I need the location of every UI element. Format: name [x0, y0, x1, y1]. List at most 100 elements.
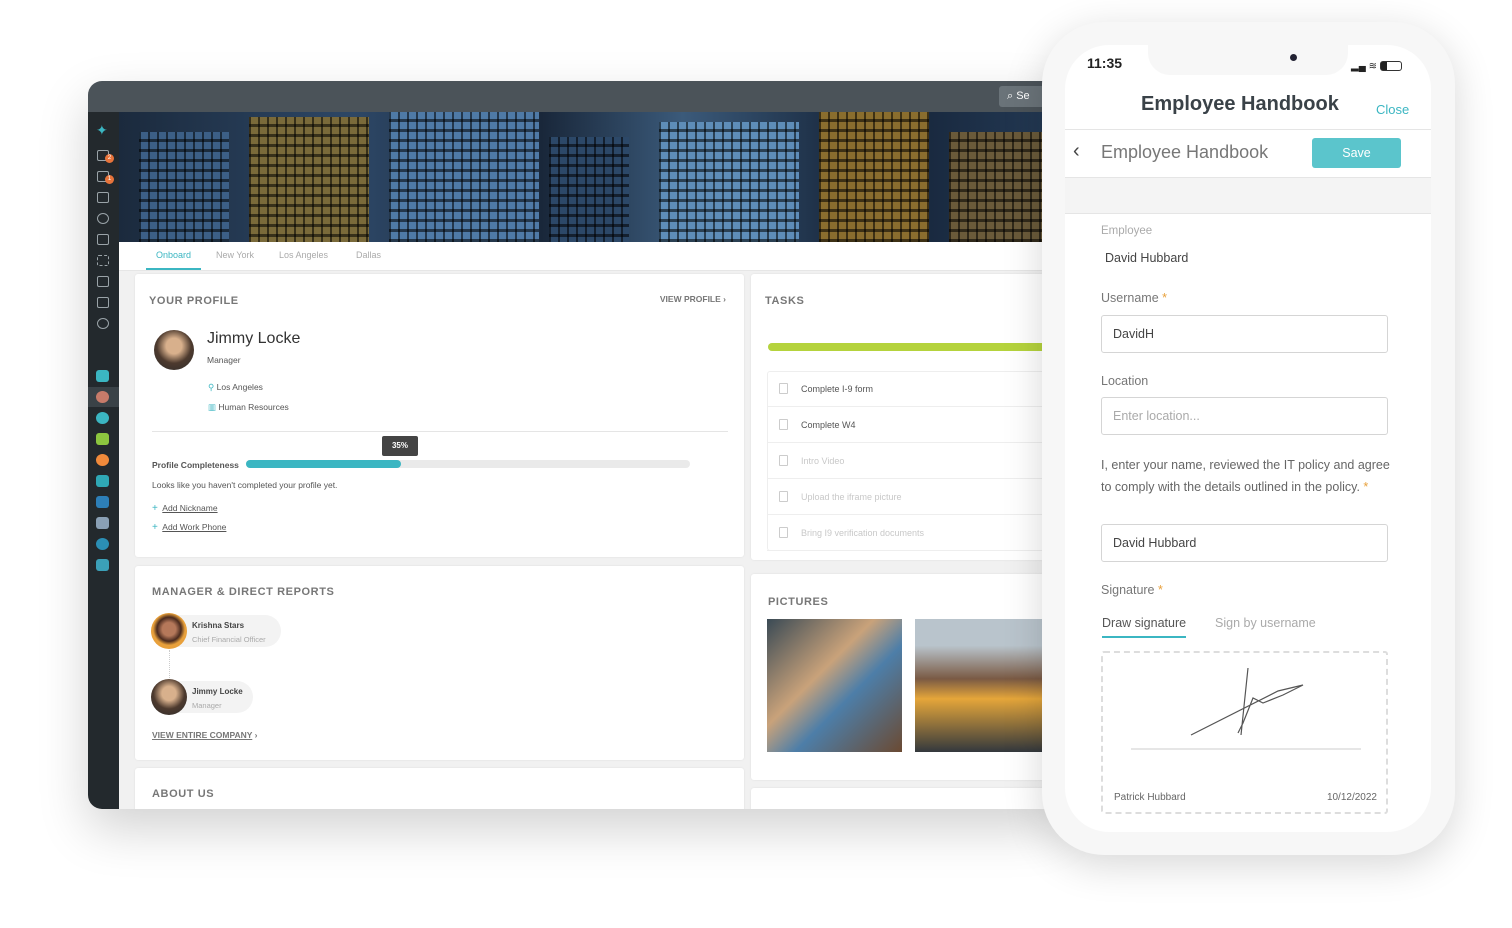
location-label: Location — [1101, 374, 1149, 388]
app-icon[interactable] — [96, 454, 109, 466]
app-icon[interactable] — [96, 538, 109, 550]
add-work-phone-link[interactable]: + Add Work Phone — [152, 517, 226, 535]
calendar-icon[interactable] — [97, 192, 109, 203]
policy-label: I, enter your name, reviewed the IT poli… — [1101, 458, 1390, 494]
badge: 2 — [105, 154, 114, 163]
task-item[interactable]: Complete I-9 form — [767, 371, 1047, 407]
search-icon: ⌕ — [1007, 90, 1017, 102]
paperclip-icon — [779, 491, 788, 502]
app-icon[interactable] — [96, 391, 109, 403]
policy-name-input[interactable]: David Hubbard — [1101, 524, 1388, 562]
tab-onboard[interactable]: Onboard — [146, 250, 202, 270]
view-profile-link[interactable]: VIEW PROFILE › — [660, 294, 726, 304]
app-icon[interactable] — [96, 559, 109, 571]
profile-department: ▥ Human Resources — [208, 402, 289, 412]
completeness-label: Profile Completeness — [152, 460, 239, 470]
card-title: MANAGER & DIRECT REPORTS — [152, 586, 335, 598]
add-nickname-link[interactable]: + Add Nickname — [152, 498, 218, 516]
tab-dallas[interactable]: Dallas — [356, 250, 381, 260]
team-photo[interactable] — [767, 619, 902, 752]
card-title: ABOUT US — [152, 788, 215, 800]
signature-pad[interactable]: Patrick Hubbard 10/12/2022 — [1101, 651, 1388, 814]
save-button[interactable]: Save — [1312, 138, 1401, 168]
tab-los-angeles[interactable]: Los Angeles — [279, 250, 328, 260]
document-icon[interactable] — [97, 276, 109, 287]
location-pin-icon: ⚲ — [208, 382, 215, 392]
profile-hint: Looks like you haven't completed your pr… — [152, 480, 338, 490]
completeness-fill — [246, 460, 402, 468]
username-input[interactable]: DavidH — [1101, 315, 1388, 353]
employee-value: David Hubbard — [1105, 251, 1189, 265]
task-item[interactable]: Upload the iframe picture — [767, 479, 1047, 515]
app-icon[interactable] — [96, 517, 109, 529]
profile-location: ⚲ Los Angeles — [208, 382, 263, 392]
checklist-icon[interactable] — [97, 255, 109, 266]
tasks-progress-fill — [768, 343, 1058, 351]
manager-card: MANAGER & DIRECT REPORTS Krishna Stars C… — [135, 566, 744, 760]
checkbox-icon — [779, 527, 788, 538]
pictures-card: PICTURES — [751, 574, 1058, 780]
people-icon[interactable] — [97, 213, 109, 224]
tab-new-york[interactable]: New York — [216, 250, 254, 260]
app-icon[interactable] — [96, 496, 109, 508]
folder-icon[interactable] — [97, 234, 109, 245]
signature-label: Signature * — [1101, 583, 1163, 597]
clipboard-icon[interactable] — [97, 297, 109, 308]
task-item[interactable]: Bring I9 verification documents — [767, 515, 1047, 551]
task-label: Complete W4 — [801, 420, 856, 430]
card — [751, 788, 1058, 809]
completeness-bar — [246, 460, 690, 468]
task-label: Intro Video — [801, 456, 845, 466]
tab-sign-by-username[interactable]: Sign by username — [1215, 616, 1316, 630]
card-title: TASKS — [765, 295, 805, 307]
app-icon[interactable] — [96, 370, 109, 382]
task-label: Complete I-9 form — [801, 384, 874, 394]
profile-role: Manager — [207, 355, 241, 365]
person-name: Krishna Stars — [192, 621, 245, 630]
username-label: Username * — [1101, 291, 1168, 305]
task-item[interactable]: Intro Video — [767, 443, 1047, 479]
badge: 1 — [105, 175, 114, 184]
team-photo[interactable] — [915, 619, 1055, 752]
divider — [152, 431, 728, 432]
profile-name: Jimmy Locke — [207, 330, 301, 347]
spacer — [1065, 177, 1431, 214]
status-icons: ▂▄ ≋ — [1351, 61, 1402, 72]
signer-name: Patrick Hubbard — [1114, 792, 1186, 803]
plus-icon: + — [152, 503, 158, 514]
phone-device: 11:35 ▂▄ ≋ Employee Handbook Close ‹ Emp… — [1042, 22, 1455, 855]
progress-tooltip: 35% — [382, 436, 418, 456]
tab-draw-signature[interactable]: Draw signature — [1102, 616, 1187, 638]
card-title: PICTURES — [768, 596, 829, 608]
banner-image — [119, 112, 1058, 242]
back-chevron-icon[interactable]: ‹ — [1073, 140, 1080, 163]
task-label: Bring I9 verification documents — [801, 528, 925, 538]
signal-icon: ▂▄ — [1351, 61, 1366, 72]
avatar — [151, 679, 187, 715]
signature-date: 10/12/2022 — [1326, 792, 1377, 803]
building-icon: ▥ — [208, 402, 217, 412]
app-icon[interactable] — [96, 433, 109, 445]
battery-icon — [1379, 61, 1402, 72]
phone-screen: 11:35 ▂▄ ≋ Employee Handbook Close ‹ Emp… — [1065, 45, 1431, 832]
document-icon — [779, 383, 788, 394]
close-button[interactable]: Close — [1376, 102, 1409, 117]
screen-title: Employee Handbook — [1141, 93, 1339, 115]
sidebar: ✦ 2 1 — [88, 112, 119, 809]
person-role: Chief Financial Officer — [192, 635, 266, 644]
desktop-app-window: ⌕ Se ✦ 2 1 Onboard New York Los Angeles … — [88, 81, 1058, 809]
view-company-link[interactable]: VIEW ENTIRE COMPANY › — [152, 730, 257, 740]
task-item[interactable]: Complete W4 — [767, 407, 1047, 443]
video-icon — [779, 455, 788, 466]
employee-label: Employee — [1101, 225, 1153, 237]
location-input[interactable]: Enter location... — [1101, 397, 1388, 435]
app-icon[interactable] — [96, 412, 109, 424]
signature-drawing — [1131, 667, 1361, 750]
notch — [1148, 45, 1348, 75]
about-card: ABOUT US — [135, 768, 744, 809]
gear-icon[interactable] — [97, 318, 109, 329]
status-time: 11:35 — [1087, 55, 1123, 71]
document-icon — [779, 419, 788, 430]
logo-icon: ✦ — [96, 122, 108, 138]
app-icon[interactable] — [96, 475, 109, 487]
